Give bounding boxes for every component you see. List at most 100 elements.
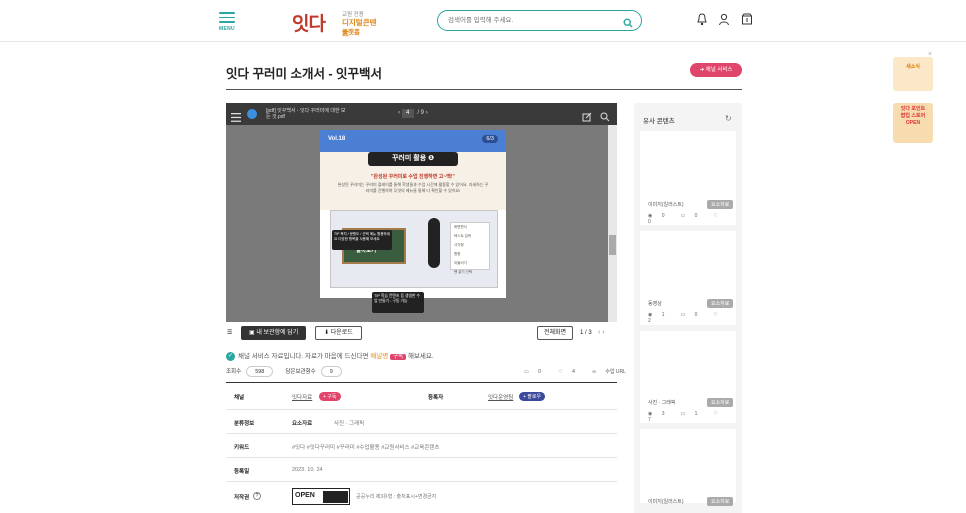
- header: MENU 잇다 교원 전용 디지털콘텐츠 플랫폼: [0, 0, 966, 42]
- card-views: 1: [661, 312, 665, 318]
- page-indicator: 1 / 3: [580, 330, 592, 336]
- heart-icon: ♡: [713, 411, 718, 417]
- channel-subscribe-button[interactable]: + 구독: [319, 392, 341, 401]
- download-button[interactable]: ⬇ 다운로드: [315, 326, 362, 340]
- kogl-open-text: OPEN: [295, 492, 315, 499]
- page-current-input[interactable]: 4: [401, 109, 414, 118]
- category-value-2: 사진 · 그래픽: [334, 421, 365, 427]
- notice-suffix: 해보세요.: [406, 353, 434, 360]
- card-type: 동영상: [648, 301, 662, 307]
- card-type: 이미지(일러스트): [648, 499, 684, 505]
- info-row-category: 분류정보 요소자료 사진 · 그래픽: [226, 410, 617, 434]
- menu-label: MENU: [219, 25, 235, 32]
- registrant-value[interactable]: 잇다운영팀: [488, 393, 513, 401]
- channel-label: 채널: [234, 395, 245, 401]
- heart-icon: ♡: [713, 213, 718, 219]
- viewer-scrollbar[interactable]: [608, 125, 617, 322]
- keyword-list[interactable]: #잇다 #잇다꾸러미 #꾸러미 #수업활용 #교원서비스 #교육콘텐츠: [292, 443, 439, 451]
- card-views: 3: [661, 411, 665, 417]
- card-badge: 요소자료: [707, 497, 734, 506]
- list-icon[interactable]: ☰: [227, 326, 232, 340]
- card-likes: 2: [648, 318, 651, 324]
- doc-heading: 꾸러미 활용 ❶: [368, 152, 458, 166]
- card-type: 사진 · 그래픽: [648, 400, 676, 406]
- copyright-text: 공공누리 제3유형 : 출처표시+변경금지: [356, 494, 437, 500]
- similar-card[interactable]: [640, 131, 736, 225]
- card-likes: 7: [648, 417, 651, 423]
- notice-subscribe-button[interactable]: 구독: [390, 354, 407, 360]
- doc-page-badge: 6/3: [482, 135, 498, 143]
- scrollbar-thumb[interactable]: [609, 235, 616, 255]
- edit-icon[interactable]: [582, 109, 592, 127]
- info-row-date: 등록일 2023. 10. 24: [226, 458, 617, 482]
- save-to-storage-button[interactable]: ▣ 내 보관함에 담기: [241, 326, 307, 340]
- logo-main: 잇다: [292, 14, 326, 35]
- date-label: 등록일: [234, 469, 250, 475]
- menu-button[interactable]: MENU: [219, 12, 235, 32]
- views-label: 조회수: [226, 369, 242, 375]
- saves-label: 담은보관함수: [285, 369, 316, 375]
- similar-card[interactable]: [640, 429, 736, 503]
- viewer-menu-icon[interactable]: [231, 109, 241, 127]
- date-value: 2023. 10. 24: [292, 467, 323, 473]
- doc-menu-graphic: 화면판서 텍스트 입력 사각형 원형 되돌리기 펜 굵기 선택: [450, 222, 490, 274]
- card-stats: ◉ 1 ▭ 0 ♡ 2: [648, 312, 742, 324]
- doc-paragraph: 완성된 꾸러미는 꾸러미 플레이를 통해 학생들과 수업 시간에 활용할 수 있…: [337, 182, 489, 193]
- page-prev-next[interactable]: ‹ ›: [598, 326, 605, 340]
- registrant-label: 등록자: [428, 395, 444, 401]
- search-icon[interactable]: [623, 15, 633, 33]
- category-value-1: 요소자료: [292, 421, 313, 427]
- popup-store-banner[interactable]: 잇다 포인트 팝업 스토어 OPEN: [893, 103, 933, 143]
- title-divider: [226, 89, 742, 90]
- download-icon: ⬇: [324, 330, 331, 336]
- channel-service-button[interactable]: ➜ 채널 서비스: [690, 63, 742, 77]
- file-name: [pdf] 잇꾸백서 - 잇다 꾸러미에 대한 모든 것.pdf: [266, 108, 346, 120]
- doc-tip-bottom: TIP 학습 컨텐츠 등 생생한 수업 만들기 - 구동 가능: [372, 292, 424, 313]
- category-label: 분류정보: [234, 421, 255, 427]
- doc-menu-item: 되돌리기: [454, 261, 467, 265]
- similar-card[interactable]: [640, 231, 736, 325]
- heart-icon: ♡: [713, 312, 718, 318]
- heart-icon: ♡: [558, 369, 563, 375]
- page-navigator: ‹ 4 / 9 ›: [398, 109, 428, 118]
- card-comments: 1: [694, 411, 698, 417]
- refresh-icon[interactable]: ↻: [725, 114, 732, 123]
- info-row-copyright: 저작권 ? OPEN 공공누리 제3유형 : 출처표시+변경금지: [226, 482, 617, 512]
- app-logo-icon: [247, 109, 257, 119]
- doc-menu-item: 펜 굵기 선택: [454, 270, 473, 274]
- document-viewer: [pdf] 잇꾸백서 - 잇다 꾸러미에 대한 모든 것.pdf ‹ 4 / 9…: [226, 103, 617, 322]
- doc-menu-item: 텍스트 입력: [454, 234, 472, 238]
- channel-value[interactable]: 잇다자료: [292, 393, 312, 401]
- info-row-channel: 채널 잇다자료 + 구독 등록자 잇다운영팀 + 팔로우: [226, 383, 617, 410]
- news-banner[interactable]: 새소식: [893, 57, 933, 91]
- like-action[interactable]: ♡ 4: [558, 369, 583, 375]
- notice-channel-link[interactable]: 채널명: [370, 353, 388, 360]
- doc-menu-item: 원형: [454, 252, 461, 256]
- card-badge: 요소자료: [707, 299, 734, 308]
- help-icon[interactable]: ?: [253, 492, 261, 500]
- card-badge: 요소자료: [707, 200, 734, 209]
- kogl-badge: OPEN: [292, 488, 350, 505]
- comment-count: 0: [538, 369, 541, 375]
- comment-action[interactable]: ▭ 0: [524, 369, 549, 375]
- notice-prefix: 채널 서비스 자료입니다. 자료가 마음에 드신다면: [238, 353, 371, 360]
- share-action[interactable]: ∞ 수업 URL: [592, 369, 634, 375]
- fullscreen-button[interactable]: 전체화면: [537, 326, 574, 340]
- doc-menu-item: 사각형: [454, 243, 464, 247]
- like-count: 4: [572, 369, 575, 375]
- bell-icon[interactable]: [696, 13, 708, 31]
- similar-card[interactable]: [640, 331, 736, 423]
- logo-sub3: 플랫폼: [342, 29, 360, 36]
- doc-menu-item: 화면판서: [454, 225, 467, 229]
- card-stats: ◉ 0 ▭ 0 ♡ 0: [648, 213, 742, 225]
- search-input[interactable]: [448, 14, 618, 27]
- channel-notice: ✓ 채널 서비스 자료입니다. 자료가 마음에 드신다면 채널명 구독 해보세요.: [226, 350, 434, 361]
- save-label: 내 보관함에 담기: [256, 330, 299, 336]
- user-icon[interactable]: [718, 13, 730, 31]
- follow-button[interactable]: + 팔로우: [519, 392, 546, 401]
- logo[interactable]: 잇다 교원 전용 디지털콘텐츠 플랫폼: [292, 9, 382, 38]
- comment-icon: ▭: [680, 411, 686, 417]
- banner2-line3: OPEN: [905, 120, 921, 126]
- storage-icon[interactable]: [741, 13, 753, 31]
- next-page-icon[interactable]: ›: [426, 110, 428, 116]
